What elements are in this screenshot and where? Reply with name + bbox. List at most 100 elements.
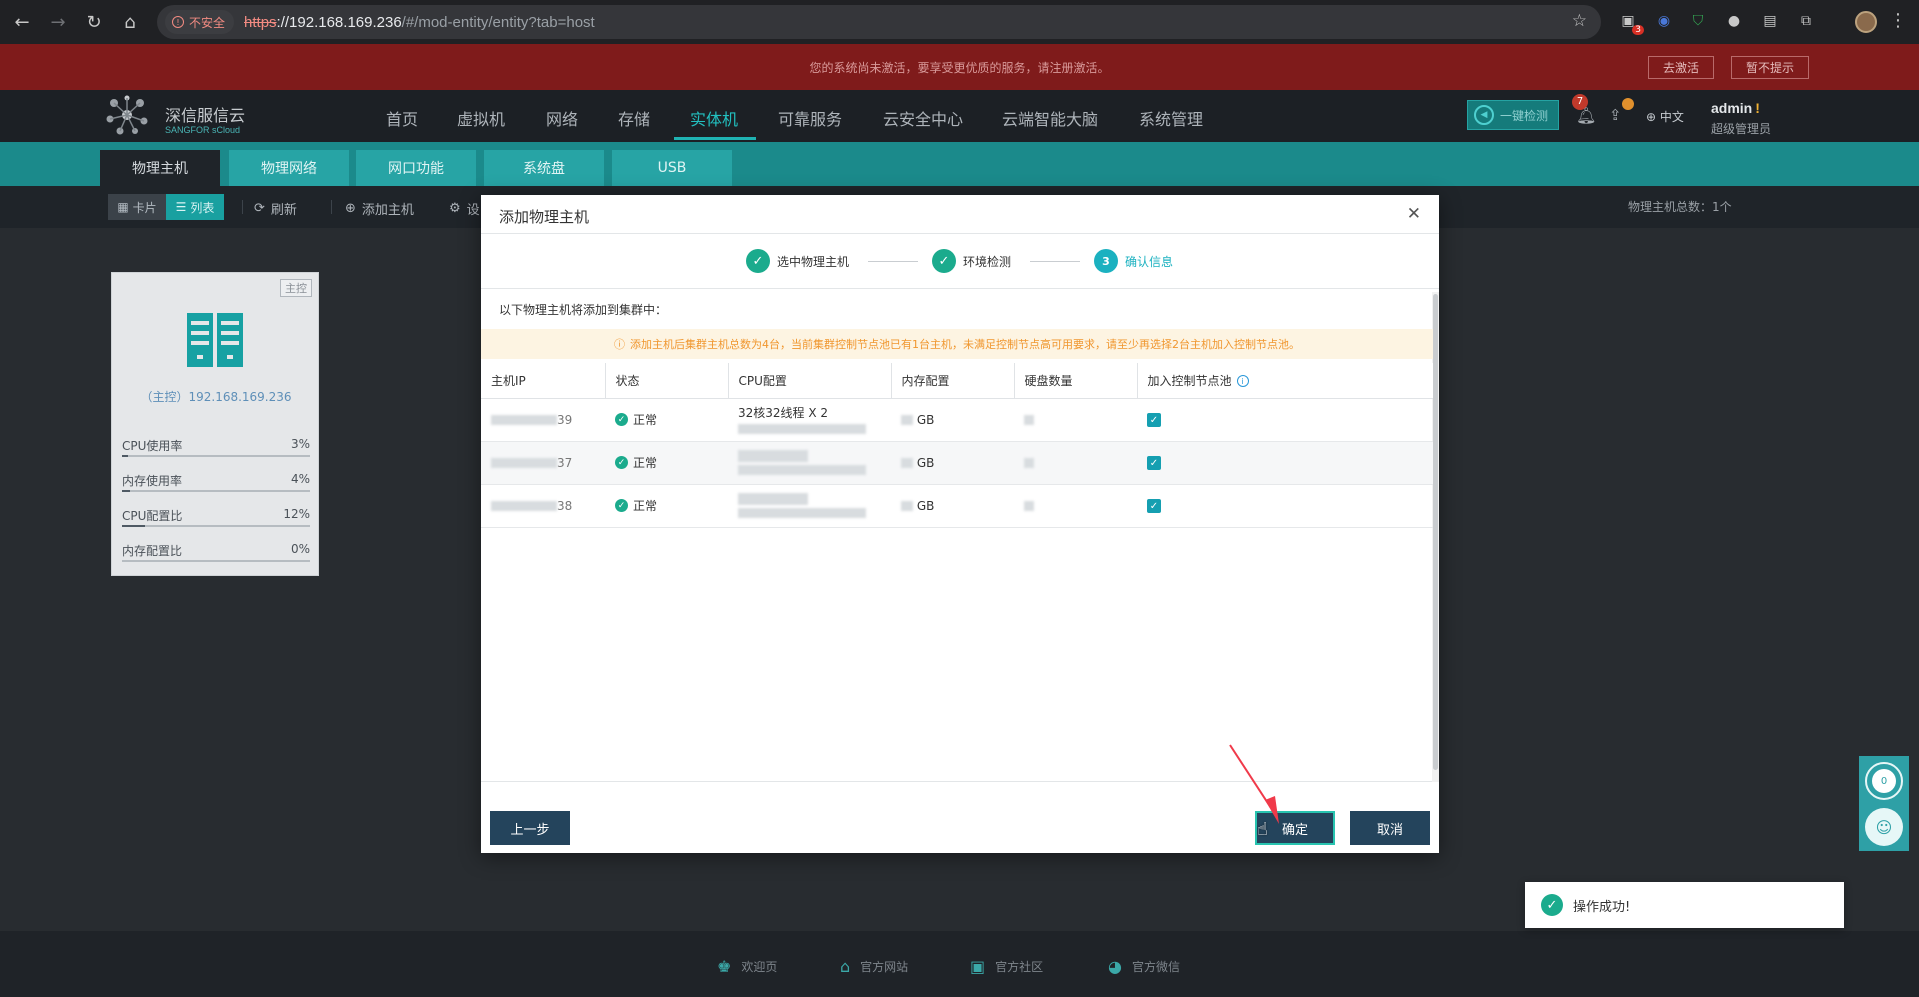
table-row: 38 ✓ 正常 GB ✓: [481, 484, 1433, 528]
control-pool-checkbox[interactable]: ✓: [1147, 413, 1161, 428]
user-role: 超级管理员: [1711, 122, 1772, 136]
document-icon[interactable]: ▤: [1760, 11, 1780, 31]
redacted-cpu-model: [738, 423, 866, 434]
vertical-scrollbar[interactable]: [1432, 292, 1439, 782]
status-cell: ✓ 正常: [605, 398, 728, 442]
task-icon[interactable]: ⇪: [1609, 106, 1622, 124]
url-text[interactable]: https://192.168.169.236/#/mod-entity/ent…: [244, 14, 595, 31]
memory-config-ratio-metric: 内存配置比 0%: [122, 542, 310, 562]
master-tag: 主控: [280, 279, 312, 297]
redacted-cpu: [738, 493, 808, 505]
col-memory: 内存配置: [891, 363, 1015, 399]
progress-bar: [122, 560, 310, 562]
nav-physical[interactable]: 实体机: [690, 106, 738, 130]
view-toggle: ▦ 卡片 ☰ 列表: [108, 194, 224, 220]
back-icon[interactable]: ←: [4, 4, 40, 40]
nav-storage[interactable]: 存储: [618, 106, 650, 130]
host-ip-label[interactable]: （主控）192.168.169.236: [112, 388, 320, 405]
extension-icon[interactable]: ▣ 3: [1618, 11, 1644, 35]
redacted-cpu-model: [738, 508, 866, 518]
tab-port-function[interactable]: 网口功能: [356, 150, 476, 186]
redacted-ip: [491, 415, 557, 425]
extension-icon[interactable]: ●: [1724, 11, 1744, 31]
close-icon[interactable]: ✕: [1407, 204, 1421, 224]
activate-button[interactable]: 去激活: [1648, 56, 1715, 79]
detect-icon: ◀: [1474, 105, 1494, 125]
reload-icon[interactable]: ↻: [76, 4, 112, 40]
plus-circle-icon: ⊕: [345, 201, 356, 216]
bookmark-star-icon[interactable]: ☆: [1572, 11, 1587, 31]
nav-cloud-brain[interactable]: 云端智能大脑: [1002, 106, 1098, 130]
assistant-widget[interactable]: 0 ☺: [1859, 756, 1909, 851]
dialog-title: 添加物理主机: [499, 208, 590, 226]
server-icon: [187, 313, 243, 367]
progress-bar: [122, 490, 310, 492]
col-cpu: CPU配置: [728, 363, 892, 399]
step-confirm: 3 确认信息: [1094, 249, 1173, 273]
warning-alert: ⓘ 添加主机后集群主机总数为4台，当前集群控制节点池已有1台主机，未满足控制节点高…: [481, 329, 1433, 359]
footer-welcome-link[interactable]: ♚ 欢迎页: [717, 957, 777, 976]
security-indicator[interactable]: ! 不安全: [165, 10, 235, 34]
tab-system-disk[interactable]: 系统盘: [484, 150, 604, 186]
step-number: 3: [1094, 249, 1118, 273]
step-select-host: ✓ 选中物理主机: [746, 249, 849, 273]
col-host-ip: 主机IP: [481, 363, 606, 399]
nav-vm[interactable]: 虚拟机: [457, 106, 505, 130]
footer-wechat-link[interactable]: ◕ 官方微信: [1108, 957, 1180, 976]
puzzle-icon[interactable]: ⧉: [1796, 11, 1816, 31]
language-switcher[interactable]: ⊕ 中文: [1646, 108, 1684, 125]
dismiss-button[interactable]: 暂不提示: [1731, 56, 1810, 79]
nav-reliability[interactable]: 可靠服务: [778, 106, 842, 130]
cpu-usage-metric: CPU使用率 3%: [122, 437, 310, 457]
tab-physical-host[interactable]: 物理主机: [100, 150, 220, 186]
footer-website-link[interactable]: ⌂ 官方网站: [840, 957, 908, 976]
address-bar[interactable]: ! 不安全 https://192.168.169.236/#/mod-enti…: [157, 5, 1601, 39]
wizard-steps: ✓ 选中物理主机 ✓ 环境检测 3 确认信息: [481, 234, 1439, 289]
user-name[interactable]: admin!: [1711, 100, 1760, 116]
nav-home[interactable]: 首页: [386, 106, 418, 130]
shield-icon[interactable]: ⛉: [1688, 11, 1708, 31]
previous-step-button[interactable]: 上一步: [490, 811, 570, 845]
footer-community-link[interactable]: ▣ 官方社区: [970, 957, 1043, 976]
cancel-button[interactable]: 取消: [1350, 811, 1430, 845]
settings-button[interactable]: ⚙ 设: [449, 199, 480, 218]
refresh-button[interactable]: ⟳ 刷新: [254, 199, 297, 218]
redacted-cpu-model: [738, 465, 866, 475]
col-disk-count: 硬盘数量: [1014, 363, 1138, 399]
control-pool-cell: ✓: [1137, 441, 1433, 485]
control-pool-checkbox[interactable]: ✓: [1147, 456, 1161, 471]
col-status: 状态: [605, 363, 729, 399]
home-icon[interactable]: ⌂: [112, 4, 148, 40]
one-click-detect-button[interactable]: ◀ 一键检测: [1467, 100, 1559, 130]
more-menu-icon[interactable]: ⋮: [1889, 10, 1907, 31]
assistant-robot-icon[interactable]: ☺: [1865, 808, 1903, 846]
card-view-button[interactable]: ▦ 卡片: [108, 194, 166, 220]
disk-cell: [1014, 441, 1137, 485]
product-name-en: SANGFOR sCloud: [165, 125, 241, 135]
nav-network[interactable]: 网络: [546, 106, 578, 130]
table-row: 39 ✓ 正常 32核32线程 X 2 GB ✓: [481, 398, 1433, 442]
redacted-ip: [491, 458, 557, 468]
add-host-button[interactable]: ⊕ 添加主机: [345, 199, 414, 218]
info-icon[interactable]: i: [1236, 375, 1249, 388]
host-card[interactable]: 主控 （主控）192.168.169.236 CPU使用率 3% 内存使用率 4% …: [111, 272, 319, 576]
progress-bar: [122, 455, 310, 457]
message-counter[interactable]: 0: [1865, 762, 1903, 800]
nav-security[interactable]: 云安全中心: [883, 106, 963, 130]
alert-dot: [1622, 98, 1634, 110]
footer: ♚ 欢迎页 ⌂ 官方网站 ▣ 官方社区 ◕ 官方微信: [0, 931, 1919, 997]
forward-icon[interactable]: →: [40, 4, 76, 40]
list-view-button[interactable]: ☰ 列表: [166, 194, 224, 220]
redacted-disk-count: [1024, 458, 1034, 468]
tab-usb[interactable]: USB: [612, 150, 732, 186]
scrollbar-thumb[interactable]: [1433, 294, 1438, 770]
control-pool-checkbox[interactable]: ✓: [1147, 499, 1161, 514]
profile-avatar[interactable]: [1855, 11, 1877, 33]
tab-physical-network[interactable]: 物理网络: [229, 150, 349, 186]
extension-icon[interactable]: ◉: [1654, 11, 1674, 31]
redacted-memory: [901, 415, 913, 425]
redacted-memory: [901, 458, 913, 468]
nav-system[interactable]: 系统管理: [1139, 106, 1203, 130]
bell-icon[interactable]: 🔔︎: [1576, 106, 1596, 125]
cpu-cell: [728, 441, 891, 485]
